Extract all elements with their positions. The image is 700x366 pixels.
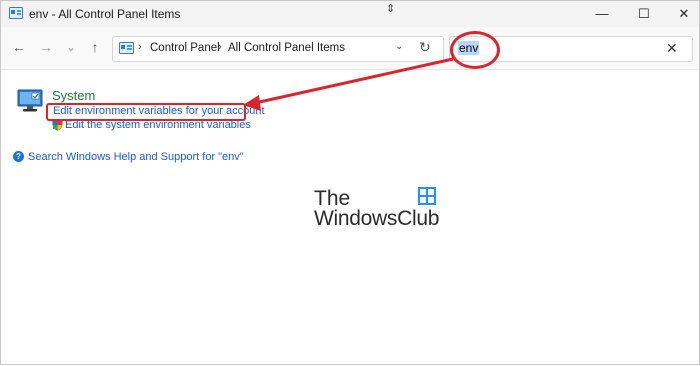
help-icon: ? [13, 151, 24, 162]
system-section-title[interactable]: System [52, 88, 95, 103]
control-panel-icon [9, 7, 23, 19]
address-bar[interactable]: › Control Panel › All Control Panel Item… [112, 36, 444, 62]
watermark: The WindowsClub [314, 187, 464, 233]
window-title: env - All Control Panel Items [29, 7, 181, 21]
resize-cursor-icon: ⇕ [386, 3, 396, 15]
breadcrumb-control-panel[interactable]: Control Panel [150, 42, 220, 54]
refresh-button[interactable]: ↻ [419, 39, 431, 56]
title-bar: env - All Control Panel Items ⇕ — ☐ ✕ [1, 1, 699, 27]
maximize-button[interactable]: ☐ [633, 5, 655, 23]
computer-icon [17, 89, 43, 112]
search-help-link[interactable]: Search Windows Help and Support for "env… [28, 151, 244, 163]
breadcrumb-separator-icon: › [218, 41, 222, 53]
forward-button[interactable]: → [37, 38, 55, 56]
close-button[interactable]: ✕ [673, 5, 695, 23]
breadcrumb-separator-icon: › [138, 41, 142, 53]
navigation-toolbar: ← → ⌄ ↑ › Control Panel › All Control Pa… [1, 27, 699, 70]
watermark-logo-icon [418, 187, 436, 205]
minimize-button[interactable]: — [591, 5, 613, 23]
clear-search-button[interactable]: ✕ [666, 40, 678, 57]
address-dropdown-icon[interactable]: ⌄ [395, 41, 403, 52]
watermark-line2: WindowsClub [314, 207, 440, 230]
control-panel-window: env - All Control Panel Items ⇕ — ☐ ✕ ← … [0, 0, 700, 365]
annotation-highlight-box [46, 103, 246, 121]
recent-locations-button[interactable]: ⌄ [62, 38, 80, 56]
breadcrumb-all-control-panel-items[interactable]: All Control Panel Items [228, 42, 345, 54]
control-panel-icon [119, 42, 134, 54]
up-button[interactable]: ↑ [86, 38, 104, 56]
back-button[interactable]: ← [10, 38, 28, 56]
annotation-circle [450, 31, 500, 69]
